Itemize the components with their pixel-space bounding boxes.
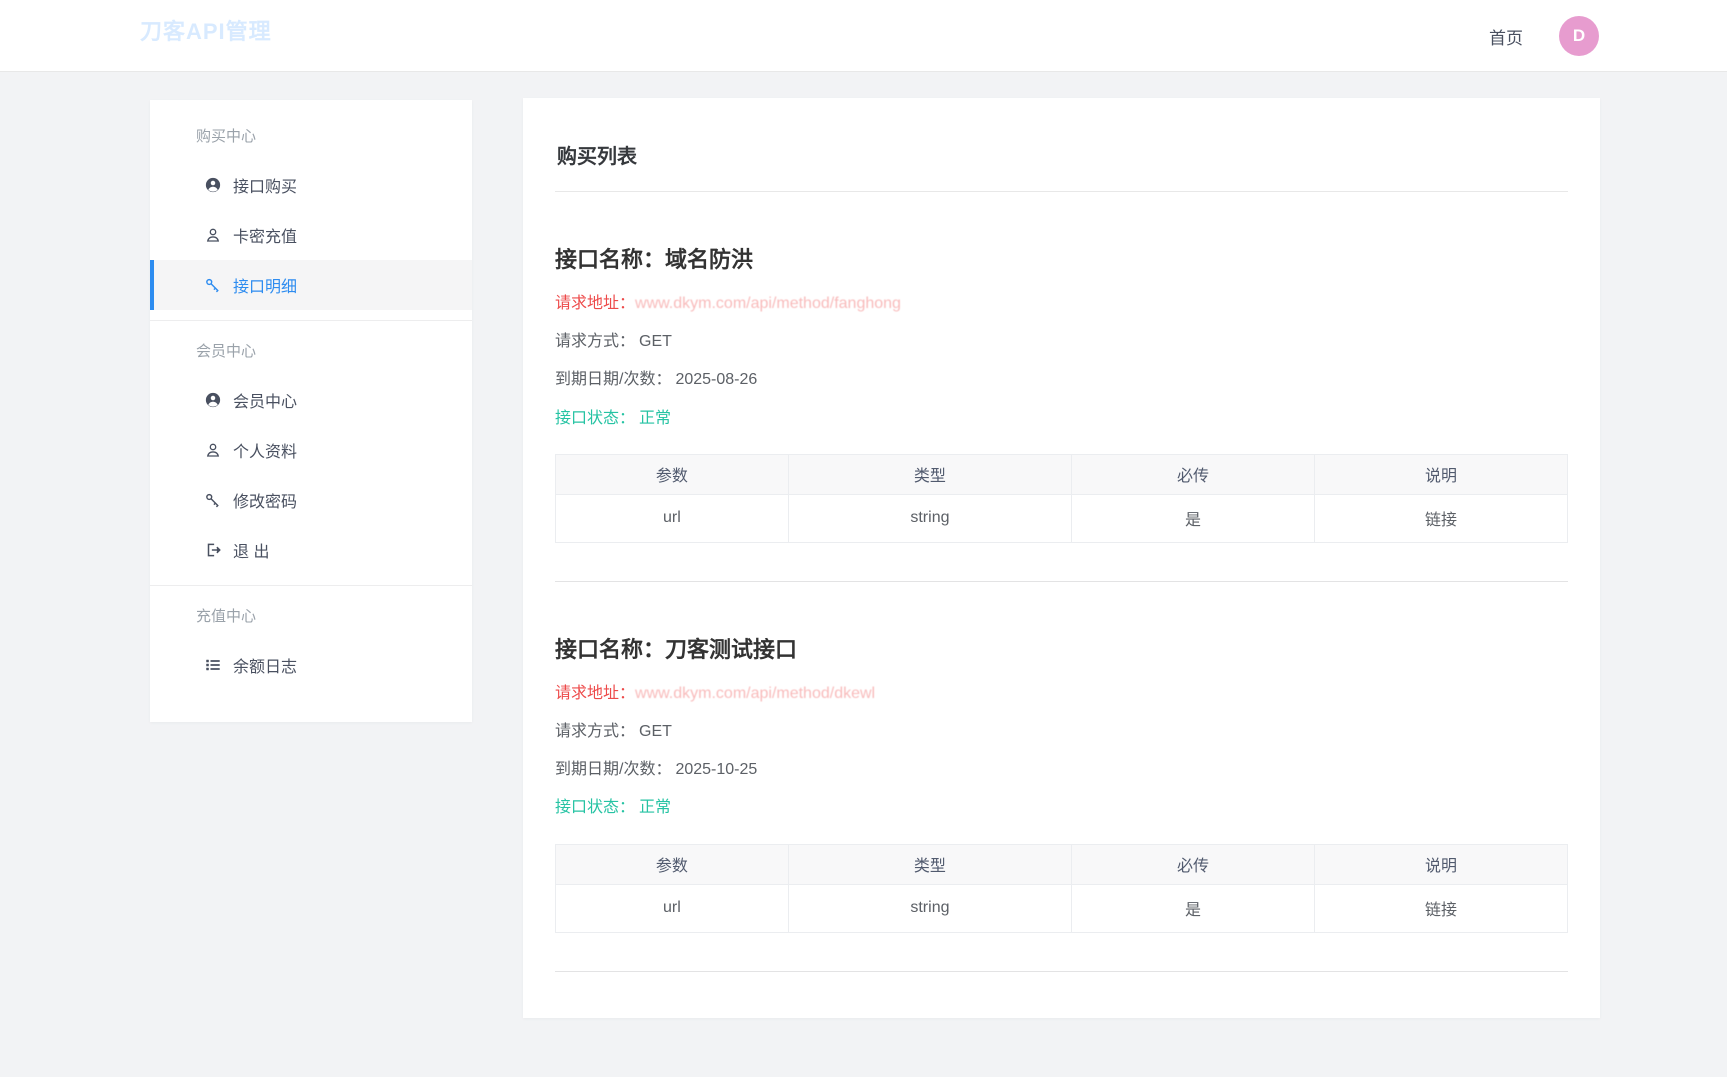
sidebar-group-title: 购买中心 xyxy=(150,110,472,160)
sidebar-item-api-details[interactable]: 接口明细 xyxy=(150,260,472,310)
column-header: 说明 xyxy=(1314,844,1567,884)
expire-row: 到期日期/次数：2025-08-26 xyxy=(555,370,1568,389)
table-header-row: 参数 类型 必传 说明 xyxy=(556,454,1568,494)
request-method-row: 请求方式：GET xyxy=(555,332,1568,351)
api-name-label: 接口名称： xyxy=(555,247,665,272)
sidebar-group-title: 充值中心 xyxy=(150,590,472,640)
request-url-label: 请求地址： xyxy=(555,685,635,702)
required-cell: 是 xyxy=(1072,494,1315,542)
column-header: 类型 xyxy=(788,454,1071,494)
page-title: 购买列表 xyxy=(557,140,1566,169)
sidebar-item-balance-log[interactable]: 余额日志 xyxy=(150,640,472,690)
user-circle-icon xyxy=(204,176,222,194)
column-header: 类型 xyxy=(788,844,1071,884)
expire-label: 到期日期/次数： xyxy=(555,761,671,778)
request-method-value: GET xyxy=(639,333,672,350)
params-table: 参数 类型 必传 说明 url string 是 链接 xyxy=(555,844,1568,933)
sidebar-item-label: 余额日志 xyxy=(233,653,297,677)
column-header: 说明 xyxy=(1314,454,1567,494)
sidebar-item-label: 个人资料 xyxy=(233,438,297,462)
column-header: 参数 xyxy=(556,454,789,494)
column-header: 参数 xyxy=(556,844,789,884)
sidebar-item-api-purchase[interactable]: 接口购买 xyxy=(150,160,472,210)
description-cell: 链接 xyxy=(1314,884,1567,932)
header-right: 首页 D xyxy=(1489,0,1599,72)
sidebar-item-logout[interactable]: 退 出 xyxy=(150,525,472,575)
table-header-row: 参数 类型 必传 说明 xyxy=(556,844,1568,884)
api-name-heading: 接口名称：刀客测试接口 xyxy=(555,632,1568,664)
sidebar-group-purchase: 购买中心 接口购买 卡密充值 接口明细 xyxy=(150,106,472,320)
expire-value: 2025-08-26 xyxy=(675,371,757,388)
expire-label: 到期日期/次数： xyxy=(555,371,671,388)
sidebar-item-change-password[interactable]: 修改密码 xyxy=(150,475,472,525)
sidebar-item-card-recharge[interactable]: 卡密充值 xyxy=(150,210,472,260)
sidebar-item-label: 接口明细 xyxy=(233,273,297,297)
user-circle-icon xyxy=(204,391,222,409)
param-cell: url xyxy=(556,494,789,542)
sidebar-item-label: 会员中心 xyxy=(233,388,297,412)
top-header: 刀客API管理 首页 D xyxy=(0,0,1727,72)
params-table: 参数 类型 必传 说明 url string 是 链接 xyxy=(555,454,1568,543)
api-name-heading: 接口名称：域名防洪 xyxy=(555,242,1568,274)
request-url-value: www.dkym.com/api/method/fanghong xyxy=(635,295,901,312)
key-icon xyxy=(204,276,222,294)
api-card: 接口名称：刀客测试接口 请求地址：www.dkym.com/api/method… xyxy=(555,582,1568,972)
sidebar-group-title: 会员中心 xyxy=(150,325,472,375)
nav-home-link[interactable]: 首页 xyxy=(1489,24,1523,49)
expire-row: 到期日期/次数：2025-10-25 xyxy=(555,760,1568,779)
status-badge: 正常 xyxy=(639,410,671,427)
table-row: url string 是 链接 xyxy=(556,884,1568,932)
key-icon xyxy=(204,491,222,509)
param-cell: url xyxy=(556,884,789,932)
sidebar-item-label: 修改密码 xyxy=(233,488,297,512)
column-header: 必传 xyxy=(1072,454,1315,494)
request-url-value: www.dkym.com/api/method/dkewl xyxy=(635,685,875,702)
api-name-value: 刀客测试接口 xyxy=(665,637,797,662)
request-url-label: 请求地址： xyxy=(555,295,635,312)
page: 刀客API管理 首页 D 购买中心 接口购买 卡密充值 xyxy=(0,0,1727,1077)
purchase-list-panel: 购买列表 接口名称：域名防洪 请求地址：www.dkym.com/api/met… xyxy=(523,98,1600,1018)
user-icon xyxy=(204,226,222,244)
table-row: url string 是 链接 xyxy=(556,494,1568,542)
api-card: 接口名称：域名防洪 请求地址：www.dkym.com/api/method/f… xyxy=(555,192,1568,582)
sidebar-item-label: 卡密充值 xyxy=(233,223,297,247)
request-url-row: 请求地址：www.dkym.com/api/method/dkewl xyxy=(555,684,1568,703)
list-icon xyxy=(204,656,222,674)
request-method-value: GET xyxy=(639,723,672,740)
sidebar-item-member-center[interactable]: 会员中心 xyxy=(150,375,472,425)
status-row: 接口状态：正常 xyxy=(555,798,1568,817)
signout-icon xyxy=(204,541,222,559)
api-name-value: 域名防洪 xyxy=(665,247,753,272)
sidebar-item-label: 退 出 xyxy=(233,538,269,562)
expire-value: 2025-10-25 xyxy=(675,761,757,778)
sidebar-item-profile[interactable]: 个人资料 xyxy=(150,425,472,475)
status-label: 接口状态： xyxy=(555,410,635,427)
description-cell: 链接 xyxy=(1314,494,1567,542)
column-header: 必传 xyxy=(1072,844,1315,884)
required-cell: 是 xyxy=(1072,884,1315,932)
sidebar-group-member: 会员中心 会员中心 个人资料 修改密码 xyxy=(150,320,472,585)
sidebar-item-label: 接口购买 xyxy=(233,173,297,197)
request-url-row: 请求地址：www.dkym.com/api/method/fanghong xyxy=(555,294,1568,313)
api-name-label: 接口名称： xyxy=(555,637,665,662)
app-logo[interactable]: 刀客API管理 xyxy=(140,14,272,46)
status-label: 接口状态： xyxy=(555,799,635,816)
user-avatar[interactable]: D xyxy=(1559,16,1599,56)
type-cell: string xyxy=(788,884,1071,932)
request-method-label: 请求方式： xyxy=(555,723,635,740)
user-icon xyxy=(204,441,222,459)
request-method-row: 请求方式：GET xyxy=(555,722,1568,741)
sidebar-group-recharge: 充值中心 余额日志 xyxy=(150,585,472,700)
status-badge: 正常 xyxy=(639,799,671,816)
sidebar: 购买中心 接口购买 卡密充值 接口明细 会员中心 xyxy=(150,100,472,722)
request-method-label: 请求方式： xyxy=(555,333,635,350)
type-cell: string xyxy=(788,494,1071,542)
status-row: 接口状态：正常 xyxy=(555,409,1568,428)
